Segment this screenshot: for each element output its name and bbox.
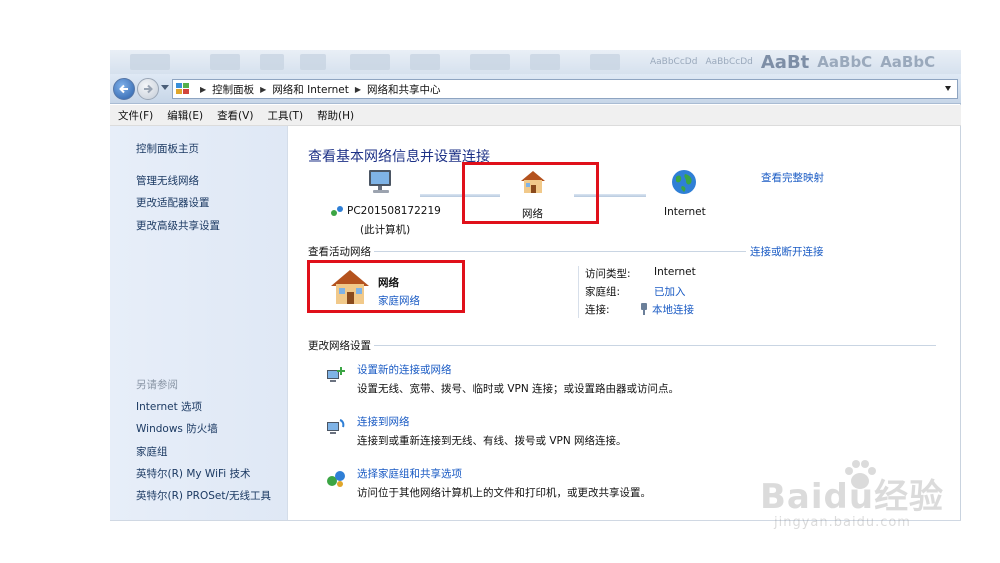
- breadcrumb-separator-icon[interactable]: ▶: [200, 85, 206, 94]
- connect-network-icon: [327, 419, 345, 434]
- computer-icon: [369, 170, 391, 193]
- homegroup-joined-link[interactable]: 已加入: [654, 284, 686, 299]
- computer-name-text: PC201508172219: [347, 205, 441, 217]
- map-internet-label: Internet: [664, 206, 706, 218]
- ribbon-style-gallery[interactable]: AaBbCcDd AaBbCcDd AaBt AaBbC AaBbC: [650, 50, 935, 74]
- breadcrumb-network-sharing-center[interactable]: 网络和共享中心: [367, 82, 441, 97]
- menu-edit[interactable]: 编辑(E): [167, 108, 203, 123]
- sidebar-item-control-panel-home[interactable]: 控制面板主页: [136, 141, 199, 156]
- style-sample[interactable]: AaBbCcDd: [705, 57, 752, 67]
- chevron-down-icon[interactable]: [945, 86, 951, 91]
- access-type-label: 访问类型:: [585, 268, 631, 280]
- connect-disconnect-link[interactable]: 连接或断开连接: [750, 244, 824, 259]
- section-divider: [374, 345, 936, 346]
- network-sharing-center-window: ▶ 控制面板 ▶ 网络和 Internet ▶ 网络和共享中心 文件(F) 编辑…: [110, 74, 961, 521]
- task-sidebar: 控制面板主页 管理无线网络 更改适配器设置 更改高级共享设置 另请参阅 Inte…: [110, 126, 288, 521]
- sidebar-item-adapter-settings[interactable]: 更改适配器设置: [136, 195, 210, 210]
- homegroup-icon: [327, 471, 345, 487]
- recent-pages-dropdown[interactable]: [161, 85, 169, 90]
- style-sample[interactable]: AaBbCcDd: [650, 57, 697, 67]
- details-divider: [578, 266, 579, 318]
- network-glyph-icon: [331, 206, 343, 216]
- menu-bar: 文件(F) 编辑(E) 查看(V) 工具(T) 帮助(H): [110, 105, 961, 126]
- new-connection-icon: [327, 367, 345, 382]
- change-settings-heading: 更改网络设置: [308, 340, 371, 352]
- style-sample[interactable]: AaBbC: [817, 53, 872, 71]
- paw-logo-icon: [845, 460, 876, 489]
- menu-help[interactable]: 帮助(H): [317, 108, 354, 123]
- menu-file[interactable]: 文件(F): [118, 108, 153, 123]
- forward-button[interactable]: [137, 78, 159, 100]
- task-description: 设置无线、宽带、拨号、临时或 VPN 连接；或设置路由器或访问点。: [357, 383, 680, 395]
- ribbon-remnant: AaBbCcDd AaBbCcDd AaBt AaBbC AaBbC: [110, 50, 961, 74]
- computer-name: PC201508172219: [330, 205, 441, 217]
- task-link[interactable]: 选择家庭组和共享选项: [357, 466, 462, 481]
- task-link[interactable]: 设置新的连接或网络: [357, 362, 452, 377]
- screenshot-stage: AaBbCcDd AaBbCcDd AaBt AaBbC AaBbC ▶ 控制面…: [0, 0, 1000, 563]
- ethernet-plug-icon: [641, 303, 647, 315]
- active-networks-heading: 查看活动网络: [308, 246, 371, 258]
- control-panel-icon: [176, 83, 189, 94]
- see-also-heading: 另请参阅: [136, 379, 178, 391]
- view-full-map-link[interactable]: 查看完整映射: [761, 170, 824, 185]
- arrow-left-icon: [119, 84, 128, 94]
- back-button[interactable]: [113, 78, 135, 100]
- breadcrumb-separator-icon[interactable]: ▶: [260, 85, 266, 94]
- breadcrumb-separator-icon[interactable]: ▶: [355, 85, 361, 94]
- sidebar-item-internet-options[interactable]: Internet 选项: [136, 399, 202, 414]
- sidebar-item-homegroup[interactable]: 家庭组: [136, 444, 168, 459]
- sidebar-item-advanced-sharing[interactable]: 更改高级共享设置: [136, 218, 220, 233]
- menu-view[interactable]: 查看(V): [217, 108, 253, 123]
- arrow-right-icon: [144, 84, 153, 94]
- task-description: 连接到或重新连接到无线、有线、拨号或 VPN 网络连接。: [357, 435, 627, 447]
- menu-tools[interactable]: 工具(T): [267, 108, 303, 123]
- task-description: 访问位于其他网络计算机上的文件和打印机，或更改共享设置。: [357, 487, 651, 499]
- address-field[interactable]: ▶ 控制面板 ▶ 网络和 Internet ▶ 网络和共享中心: [172, 79, 958, 99]
- style-sample[interactable]: AaBbC: [880, 53, 935, 71]
- breadcrumb-network-internet[interactable]: 网络和 Internet: [272, 82, 349, 97]
- homegroup-label: 家庭组:: [585, 286, 621, 298]
- access-type-value: Internet: [654, 266, 696, 278]
- local-connection-text[interactable]: 本地连接: [652, 304, 694, 316]
- sidebar-item-windows-firewall[interactable]: Windows 防火墙: [136, 421, 218, 436]
- address-bar-row: ▶ 控制面板 ▶ 网络和 Internet ▶ 网络和共享中心: [110, 74, 961, 104]
- watermark-url: jingyan.baidu.com: [774, 515, 911, 530]
- highlight-box: [307, 260, 465, 313]
- section-divider: [374, 251, 746, 252]
- sidebar-item-proset-wireless[interactable]: 英特尔(R) PROSet/无线工具: [136, 488, 271, 503]
- style-sample[interactable]: AaBt: [761, 52, 809, 73]
- local-connection-link[interactable]: 本地连接: [640, 302, 694, 317]
- breadcrumb-control-panel[interactable]: 控制面板: [212, 82, 254, 97]
- task-link[interactable]: 连接到网络: [357, 414, 410, 429]
- baidu-watermark: Baidu经验 jingyan.baidu.com: [760, 455, 960, 545]
- sidebar-item-manage-wireless[interactable]: 管理无线网络: [136, 173, 199, 188]
- sidebar-item-my-wifi[interactable]: 英特尔(R) My WiFi 技术: [136, 466, 251, 481]
- connection-label: 连接:: [585, 304, 610, 316]
- globe-icon: [672, 170, 696, 194]
- highlight-box: [462, 162, 599, 224]
- this-computer-label: (此计算机): [360, 224, 411, 236]
